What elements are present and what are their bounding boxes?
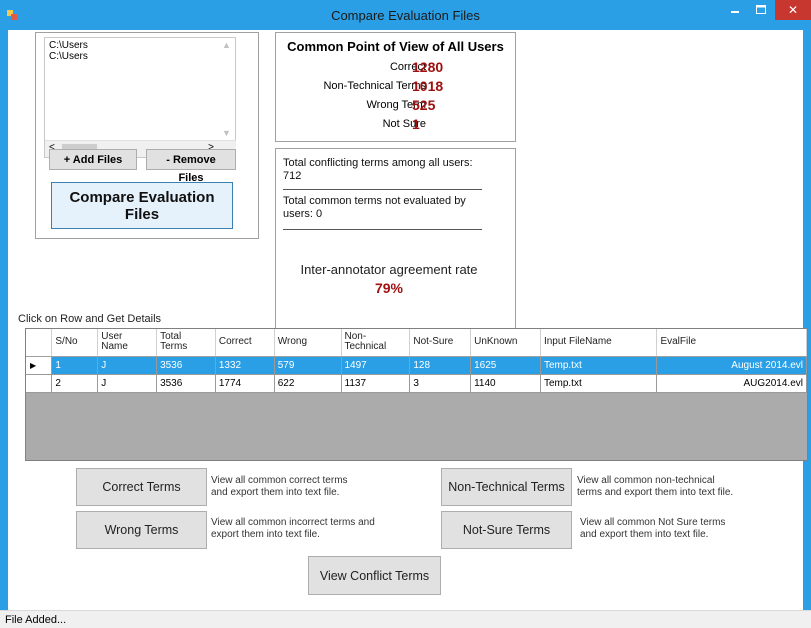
- list-item[interactable]: C:\Users: [49, 40, 88, 51]
- divider: [283, 189, 482, 190]
- file-listbox[interactable]: C:\Users C:\Users ▲ ▼ < >: [44, 37, 236, 158]
- table-cell[interactable]: August 2014.evl: [656, 356, 807, 375]
- column-header[interactable]: Non-Technical: [341, 329, 411, 357]
- column-header[interactable]: Correct: [215, 329, 275, 357]
- table-cell[interactable]: J: [97, 374, 158, 393]
- column-header[interactable]: UnKnown: [470, 329, 541, 357]
- scroll-down-icon[interactable]: ▼: [222, 128, 231, 138]
- table-cell[interactable]: 1: [51, 356, 99, 375]
- column-header[interactable]: Input FileName: [540, 329, 658, 357]
- not-sure-value: 1: [412, 116, 420, 132]
- close-button[interactable]: ✕: [775, 0, 811, 20]
- table-cell[interactable]: 128: [409, 356, 472, 375]
- status-text: File Added...: [5, 614, 67, 626]
- minimize-button[interactable]: [722, 0, 748, 20]
- point-of-view-group: Common Point of View of All Users Correc…: [275, 32, 516, 142]
- maximize-icon: [756, 5, 766, 14]
- compare-evaluation-files-button[interactable]: Compare Evaluation Files: [51, 182, 233, 229]
- wrong-terms-button[interactable]: Wrong Terms: [76, 511, 207, 549]
- column-header[interactable]: Wrong: [274, 329, 342, 357]
- non-technical-value: 1018: [412, 78, 444, 94]
- results-table: S/No User Name Total Terms Correct Wrong…: [26, 329, 807, 393]
- current-row-icon: ▶: [30, 360, 37, 370]
- wrong-terms-description: View all common incorrect terms and expo…: [211, 517, 375, 540]
- table-cell[interactable]: Temp.txt: [540, 356, 658, 375]
- title-bar[interactable]: Compare Evaluation Files ✕: [0, 0, 811, 30]
- table-cell[interactable]: 1332: [215, 356, 275, 375]
- results-grid[interactable]: S/No User Name Total Terms Correct Wrong…: [25, 328, 808, 461]
- table-cell[interactable]: 3536: [156, 374, 216, 393]
- wrong-term-value: 525: [412, 97, 436, 113]
- column-header[interactable]: EvalFile: [656, 329, 807, 357]
- grid-caption: Click on Row and Get Details: [18, 313, 162, 325]
- table-cell[interactable]: 579: [274, 356, 342, 375]
- table-header-row: S/No User Name Total Terms Correct Wrong…: [26, 329, 807, 357]
- agreement-rate-label: Inter-annotator agreement rate: [300, 262, 478, 277]
- app-window: Compare Evaluation Files ✕ C:\Users C:\U…: [0, 0, 811, 628]
- table-cell[interactable]: 2: [51, 374, 99, 393]
- table-cell[interactable]: 3536: [156, 356, 216, 375]
- column-header[interactable]: Total Terms: [156, 329, 216, 357]
- table-cell[interactable]: 1774: [215, 374, 275, 393]
- table-cell[interactable]: 1140: [470, 374, 541, 393]
- maximize-button[interactable]: [748, 0, 774, 20]
- table-cell[interactable]: Temp.txt: [540, 374, 658, 393]
- agreement-rate-value: 79%: [374, 280, 404, 296]
- column-header[interactable]: S/No: [51, 329, 99, 357]
- conflicting-terms-text: Total conflicting terms among all users:…: [283, 157, 473, 182]
- not-sure-terms-button[interactable]: Not-Sure Terms: [441, 511, 572, 549]
- correct-terms-button[interactable]: Correct Terms: [76, 468, 207, 506]
- summary-group: Total conflicting terms among all users:…: [275, 148, 516, 335]
- window-title: Compare Evaluation Files: [331, 8, 480, 23]
- close-icon: ✕: [787, 3, 799, 17]
- add-files-button[interactable]: + Add Files: [49, 149, 137, 170]
- table-cell[interactable]: 1497: [341, 356, 411, 375]
- correct-value: 1280: [412, 59, 444, 75]
- table-cell[interactable]: 1625: [470, 356, 541, 375]
- minimize-icon: [731, 11, 739, 13]
- file-list-items: C:\Users C:\Users: [49, 40, 88, 62]
- non-technical-label: Non-Technical Terms: [323, 80, 426, 92]
- files-group: C:\Users C:\Users ▲ ▼ < > + Add Files - …: [35, 32, 259, 239]
- pov-title: Common Point of View of All Users: [287, 39, 504, 54]
- not-sure-terms-description: View all common Not Sure terms and expor…: [580, 517, 726, 540]
- column-header[interactable]: User Name: [97, 329, 158, 357]
- not-evaluated-text: Total common terms not evaluated by user…: [283, 195, 466, 220]
- view-conflict-terms-button[interactable]: View Conflict Terms: [308, 556, 441, 595]
- table-cell[interactable]: 1137: [341, 374, 411, 393]
- divider: [283, 229, 482, 230]
- non-technical-terms-button[interactable]: Non-Technical Terms: [441, 468, 572, 506]
- correct-terms-description: View all common correct terms and export…: [211, 475, 348, 498]
- not-sure-label: Not Sure: [382, 118, 426, 130]
- column-header[interactable]: Not-Sure: [409, 329, 472, 357]
- table-row[interactable]: ▶ 1 J 3536 1332 579 1497 128 1625 Temp.t…: [26, 356, 807, 375]
- non-technical-terms-description: View all common non-technical terms and …: [577, 475, 734, 498]
- row-selector[interactable]: [26, 374, 53, 393]
- scroll-up-icon[interactable]: ▲: [222, 40, 231, 50]
- table-cell[interactable]: J: [97, 356, 158, 375]
- row-selector[interactable]: ▶: [26, 356, 53, 375]
- table-cell[interactable]: 622: [274, 374, 342, 393]
- table-cell[interactable]: AUG2014.evl: [656, 374, 807, 393]
- status-bar: File Added...: [0, 610, 811, 628]
- table-row[interactable]: 2 J 3536 1774 622 1137 3 1140 Temp.txt A…: [26, 374, 807, 393]
- list-item[interactable]: C:\Users: [49, 51, 88, 62]
- correct-label: Correct: [389, 61, 426, 73]
- table-cell[interactable]: 3: [409, 374, 472, 393]
- row-header-corner: [26, 329, 53, 357]
- wrong-term-label: Wrong Term: [366, 99, 426, 111]
- vertical-scrollbar[interactable]: ▲ ▼: [218, 38, 235, 140]
- remove-files-button[interactable]: - Remove Files: [146, 149, 236, 184]
